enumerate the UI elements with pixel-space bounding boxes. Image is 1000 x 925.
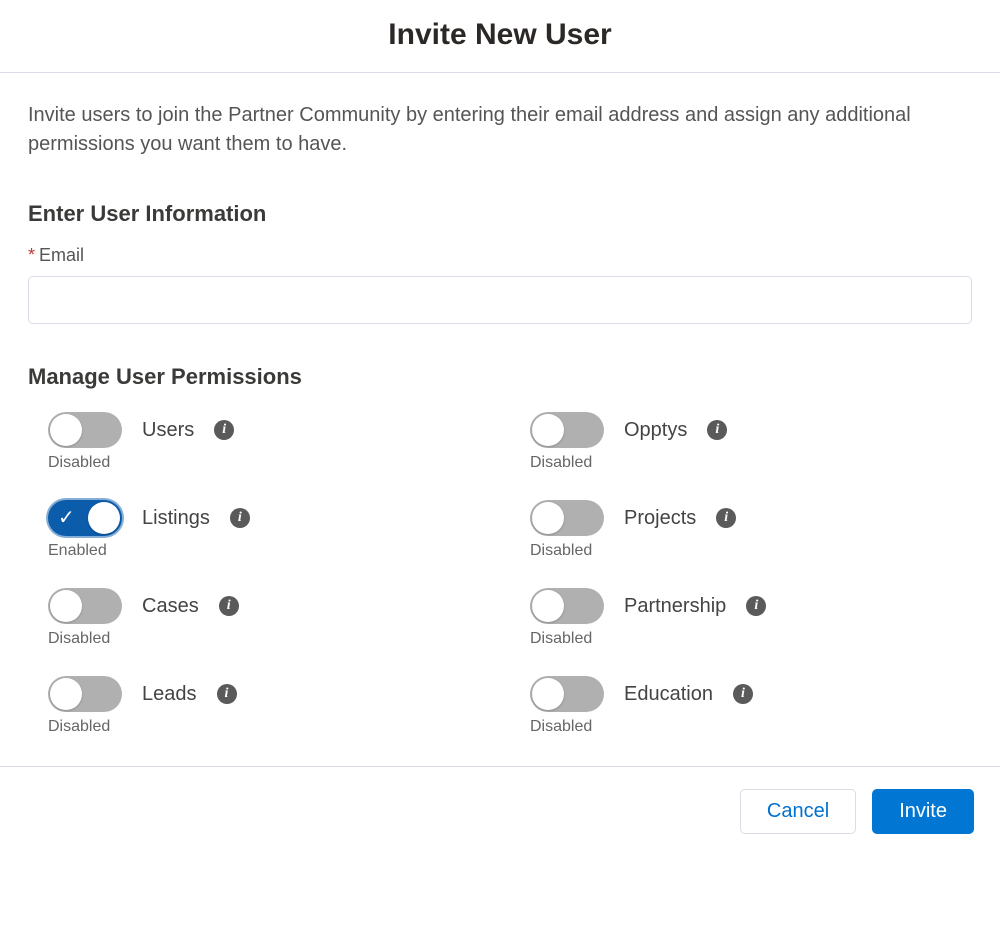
required-indicator: * bbox=[28, 245, 35, 265]
toggle-knob bbox=[532, 678, 564, 710]
permission-label: Education bbox=[624, 683, 713, 706]
info-icon[interactable]: i bbox=[219, 596, 239, 616]
permission-status: Disabled bbox=[48, 454, 490, 472]
toggle-cases[interactable] bbox=[48, 588, 122, 624]
permissions-grid: UsersiDisabledOpptysiDisabled✓ListingsiE… bbox=[28, 412, 972, 736]
page-title: Invite New User bbox=[0, 18, 1000, 52]
check-icon: ✓ bbox=[58, 508, 75, 528]
permission-opptys: Opptysi Disabled bbox=[530, 412, 972, 472]
permission-users: Usersi Disabled bbox=[48, 412, 490, 472]
info-icon[interactable]: i bbox=[230, 508, 250, 528]
permission-row: Projects i bbox=[530, 500, 972, 536]
permission-status: Disabled bbox=[530, 542, 972, 560]
permission-leads: Leadsi Disabled bbox=[48, 676, 490, 736]
permission-label: Users bbox=[142, 419, 194, 442]
toggle-opptys[interactable] bbox=[530, 412, 604, 448]
permission-status: Disabled bbox=[530, 454, 972, 472]
info-icon[interactable]: i bbox=[217, 684, 237, 704]
permission-status: Disabled bbox=[48, 718, 490, 736]
permission-row: ✓ Listings i bbox=[48, 500, 490, 536]
permission-row: Partnership i bbox=[530, 588, 972, 624]
info-icon[interactable]: i bbox=[746, 596, 766, 616]
toggle-leads[interactable] bbox=[48, 676, 122, 712]
info-icon[interactable]: i bbox=[707, 420, 727, 440]
user-info-title: Enter User Information bbox=[28, 201, 972, 227]
toggle-knob bbox=[50, 414, 82, 446]
toggle-partnership[interactable] bbox=[530, 588, 604, 624]
toggle-knob bbox=[532, 590, 564, 622]
toggle-knob bbox=[50, 590, 82, 622]
permission-label: Listings bbox=[142, 507, 210, 530]
cancel-button[interactable]: Cancel bbox=[740, 789, 856, 834]
info-icon[interactable]: i bbox=[214, 420, 234, 440]
email-label-row: *Email bbox=[28, 245, 972, 266]
toggle-knob bbox=[88, 502, 120, 534]
permission-label: Opptys bbox=[624, 419, 687, 442]
toggle-knob bbox=[532, 502, 564, 534]
modal-body: Invite users to join the Partner Communi… bbox=[0, 73, 1000, 766]
permission-label: Partnership bbox=[624, 595, 726, 618]
permission-row: Opptysi bbox=[530, 412, 972, 448]
email-label: Email bbox=[39, 245, 84, 265]
permission-status: Disabled bbox=[530, 630, 972, 648]
toggle-listings[interactable]: ✓ bbox=[48, 500, 122, 536]
toggle-projects[interactable] bbox=[530, 500, 604, 536]
invite-user-modal: Invite New User Invite users to join the… bbox=[0, 0, 1000, 856]
permissions-title: Manage User Permissions bbox=[28, 364, 972, 390]
permission-education: Education i Disabled bbox=[530, 676, 972, 736]
info-icon[interactable]: i bbox=[733, 684, 753, 704]
permission-label: Leads bbox=[142, 683, 197, 706]
toggle-education[interactable] bbox=[530, 676, 604, 712]
permission-row: Usersi bbox=[48, 412, 490, 448]
email-field[interactable] bbox=[28, 276, 972, 324]
permission-status: Disabled bbox=[530, 718, 972, 736]
toggle-knob bbox=[50, 678, 82, 710]
info-icon[interactable]: i bbox=[716, 508, 736, 528]
permission-cases: Casesi Disabled bbox=[48, 588, 490, 648]
intro-text: Invite users to join the Partner Communi… bbox=[28, 101, 972, 159]
modal-footer: Cancel Invite bbox=[0, 766, 1000, 856]
toggle-knob bbox=[532, 414, 564, 446]
permission-listings: ✓ Listings i Enabled bbox=[48, 500, 490, 560]
permission-label: Cases bbox=[142, 595, 199, 618]
permission-label: Projects bbox=[624, 507, 696, 530]
permission-partnership: Partnership i Disabled bbox=[530, 588, 972, 648]
permissions-section: Manage User Permissions UsersiDisabledOp… bbox=[28, 364, 972, 736]
permission-status: Enabled bbox=[48, 542, 490, 560]
permission-status: Disabled bbox=[48, 630, 490, 648]
invite-button[interactable]: Invite bbox=[872, 789, 974, 834]
toggle-users[interactable] bbox=[48, 412, 122, 448]
permission-row: Education i bbox=[530, 676, 972, 712]
modal-header: Invite New User bbox=[0, 0, 1000, 72]
permission-row: Casesi bbox=[48, 588, 490, 624]
permission-projects: Projects i Disabled bbox=[530, 500, 972, 560]
permission-row: Leadsi bbox=[48, 676, 490, 712]
